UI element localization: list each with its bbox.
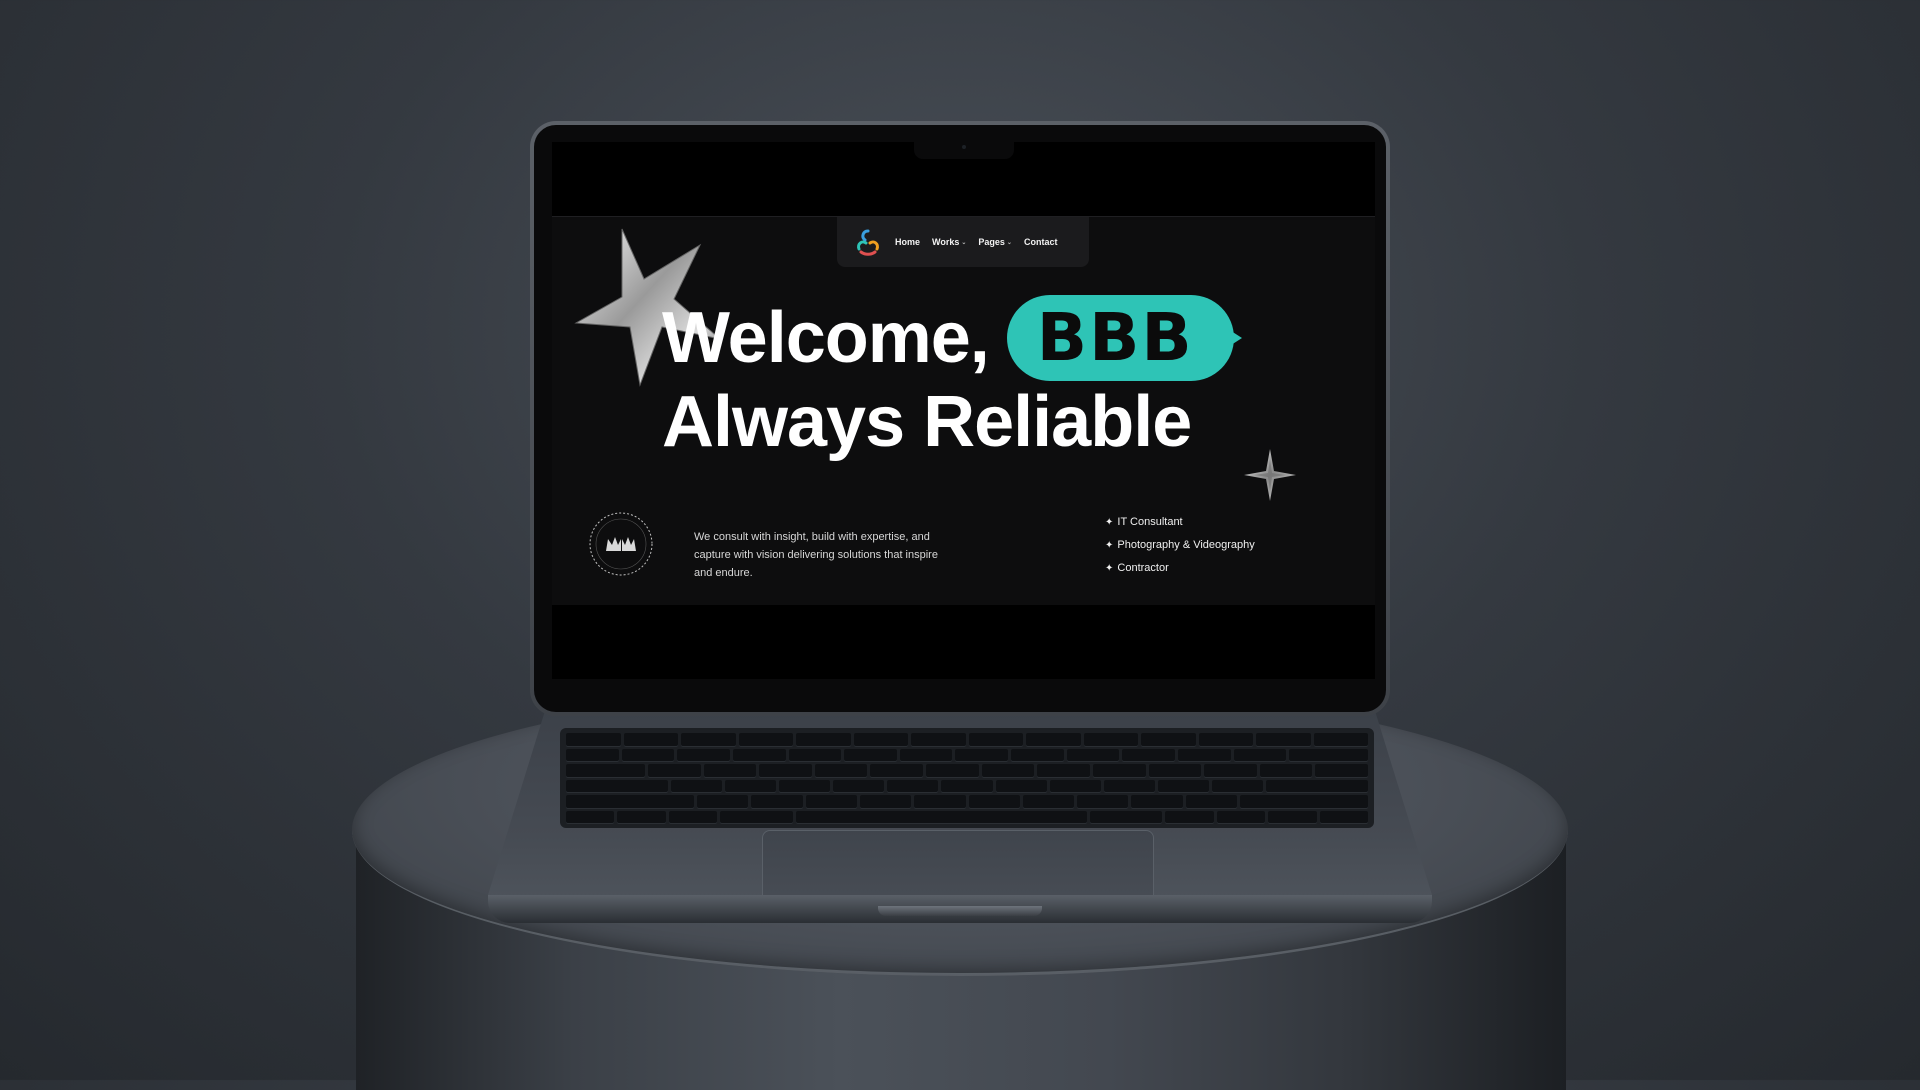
hero-line-1: Welcome, BBB [662, 295, 1242, 381]
tri-loop-logo-icon[interactable] [853, 227, 883, 257]
screen: Home Works ⌄ Pages ⌄ Contact Welcome, BBB … [552, 142, 1375, 679]
service-label: Contractor [1117, 562, 1169, 574]
hero-highlight-pill: BBB [1006, 295, 1242, 381]
service-label: IT Consultant [1117, 516, 1183, 528]
mockup-scene: Home Works ⌄ Pages ⌄ Contact Welcome, BBB … [0, 0, 1920, 1090]
hero-line-2: Always Reliable [662, 382, 1192, 462]
nav-works-label: Works [932, 237, 960, 247]
nav-pages-label: Pages [978, 237, 1005, 247]
chevron-down-icon: ⌄ [1006, 239, 1012, 246]
laptop-lid: Home Works ⌄ Pages ⌄ Contact Welcome, BBB … [530, 121, 1390, 716]
camera-notch [914, 139, 1014, 159]
keyboard [560, 728, 1374, 828]
nav-home[interactable]: Home [895, 237, 920, 247]
screen-bezel: Home Works ⌄ Pages ⌄ Contact Welcome, BBB … [534, 125, 1386, 712]
website: Home Works ⌄ Pages ⌄ Contact Welcome, BBB … [552, 216, 1375, 605]
sparkle-bullet-icon: ✦ [1105, 563, 1114, 574]
service-item: ✦ IT Consultant [1105, 511, 1255, 534]
top-nav: Home Works ⌄ Pages ⌄ Contact [837, 217, 1089, 267]
nav-home-label: Home [895, 237, 921, 247]
nav-works[interactable]: Works ⌄ [932, 237, 966, 247]
nav-contact-label: Contact [1023, 237, 1058, 247]
nav-contact[interactable]: Contact [1024, 237, 1058, 247]
sparkle-bullet-icon: ✦ [1105, 540, 1114, 551]
sparkle-icon [1244, 449, 1296, 501]
intro-description: We consult with insight, build with expe… [694, 531, 938, 579]
hero-highlight-text: BBB [1036, 299, 1194, 376]
circular-crown-emblem-icon [589, 512, 653, 576]
service-item: ✦ Photography & Videography [1105, 534, 1255, 557]
chevron-down-icon: ⌄ [961, 239, 967, 246]
nav-pages[interactable]: Pages ⌄ [978, 237, 1012, 247]
hero-heading: Welcome, BBB Always Reliable [662, 295, 1242, 463]
service-label: Photography & Videography [1117, 539, 1255, 551]
service-item: ✦ Contractor [1105, 557, 1255, 580]
sparkle-bullet-icon: ✦ [1105, 517, 1114, 528]
services-list: ✦ IT Consultant ✦ Photography & Videograph… [1105, 511, 1255, 580]
lid-open-notch [878, 906, 1042, 916]
trackpad [762, 830, 1154, 904]
hero-welcome: Welcome, [662, 298, 990, 378]
